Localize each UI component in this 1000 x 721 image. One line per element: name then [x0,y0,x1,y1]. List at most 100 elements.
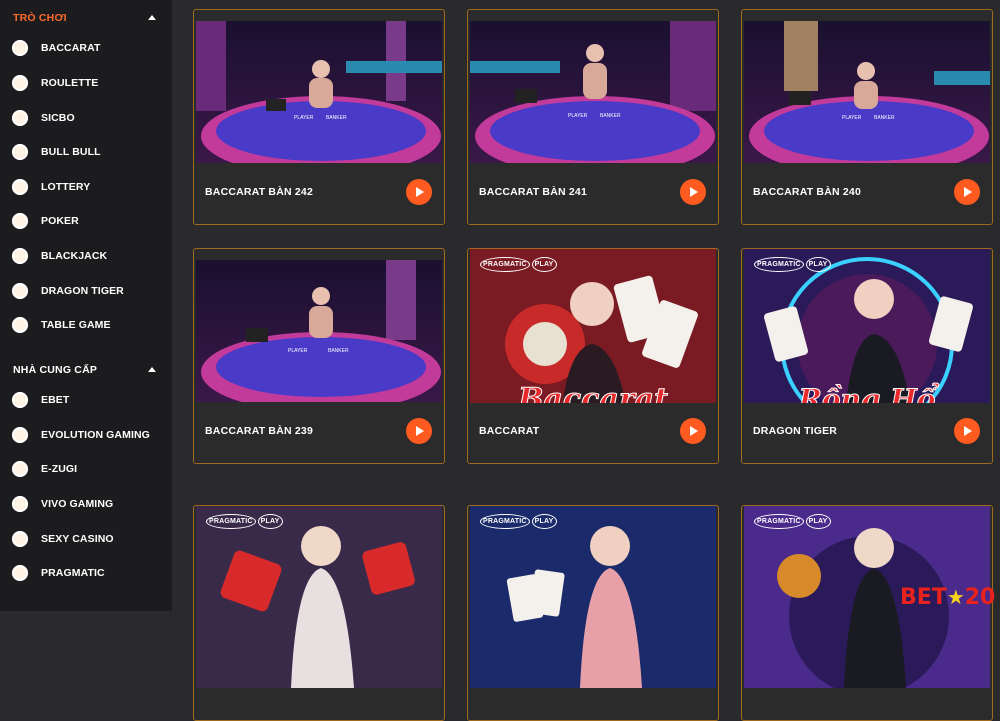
filter-label: VIVO GAMING [41,498,114,510]
game-title[interactable]: DRAGON TIGER [753,425,837,437]
brand-logo-text: BET [900,584,947,610]
provider-badge-suffix: PLAY [531,514,557,529]
game-card[interactable]: PRAGMATIC PLAY [741,505,993,721]
radio-icon[interactable] [12,392,28,408]
filter-label: E-ZUGI [41,463,78,475]
game-thumbnail[interactable]: PLAYER BANKER [470,21,716,163]
provider-badge: PRAGMATIC PLAY [752,257,831,272]
play-icon[interactable] [954,179,980,205]
filter-label: PRAGMATIC [41,567,105,579]
filter-item-baccarat[interactable]: BACCARAT [12,38,101,58]
filter-item-e-zugi[interactable]: E-ZUGI [12,459,77,479]
brand-logo-number: 20 [964,584,996,610]
provider-badge: PRAGMATIC PLAY [478,514,557,529]
game-card[interactable]: PRAGMATIC PLAY [193,505,445,721]
game-thumbnail[interactable]: PLAYER BANKER [196,21,442,163]
game-title[interactable]: BACCARAT BÀN 242 [205,186,313,198]
player-label: PLAYER [842,115,862,121]
radio-icon[interactable] [12,179,28,195]
game-thumbnail[interactable]: PRAGMATIC PLAY [196,506,442,688]
radio-icon[interactable] [12,461,28,477]
radio-icon[interactable] [12,110,28,126]
radio-icon[interactable] [12,248,28,264]
provider-badge: PRAGMATIC PLAY [752,514,831,529]
banker-label: BANKER [874,115,895,121]
game-thumbnail[interactable]: PLAYER BANKER [196,260,442,402]
game-card[interactable]: PRAGMATIC PLAY [467,505,719,721]
radio-icon[interactable] [12,496,28,512]
filter-item-roulette[interactable]: ROULETTE [12,73,98,93]
game-title[interactable]: BACCARAT BÀN 241 [479,186,587,198]
filter-item-evolution-gaming[interactable]: EVOLUTION GAMING [12,425,150,445]
filter-label: SEXY CASINO [41,533,114,545]
play-icon[interactable] [406,418,432,444]
provider-badge-text: PRAGMATIC [206,514,256,529]
filter-item-lottery[interactable]: LOTTERY [12,177,90,197]
banker-label: BANKER [600,113,621,119]
play-icon[interactable] [406,179,432,205]
game-card[interactable]: PLAYER BANKER BACCARAT BÀN 239 [193,248,445,464]
player-label: PLAYER [294,115,314,121]
filter-label: POKER [41,215,79,227]
player-label: PLAYER [568,113,588,119]
provider-badge: PRAGMATIC PLAY [204,514,283,529]
radio-icon[interactable] [12,40,28,56]
game-thumbnail[interactable]: PLAYER BANKER [744,21,990,163]
games-heading[interactable]: TRÒ CHƠI [13,12,67,24]
filter-item-vivo-gaming[interactable]: VIVO GAMING [12,494,113,514]
game-card[interactable]: PLAYER BANKER BACCARAT BÀN 241 [467,9,719,225]
provider-badge: PRAGMATIC PLAY [478,257,557,272]
provider-badge-text: PRAGMATIC [480,257,530,272]
play-icon[interactable] [954,418,980,444]
star-icon: ★ [946,585,965,609]
game-card[interactable]: Rồng Hổ PRAGMATIC PLAY DRAGON TIGER [741,248,993,464]
filter-label: BULL BULL [41,146,101,158]
game-grid: PLAYER BANKER BACCARAT BÀN 242 PLAYER BA… [172,0,1000,721]
radio-icon[interactable] [12,144,28,160]
radio-icon[interactable] [12,427,28,443]
collapse-caret-icon[interactable] [148,15,156,20]
filter-label: BACCARAT [41,42,101,54]
radio-icon[interactable] [12,283,28,299]
provider-badge-text: PRAGMATIC [480,514,530,529]
play-icon[interactable] [680,418,706,444]
radio-icon[interactable] [12,565,28,581]
game-thumbnail[interactable]: PRAGMATIC PLAY [470,506,716,688]
filter-label: TABLE GAME [41,319,111,331]
radio-icon[interactable] [12,531,28,547]
filter-item-ebet[interactable]: EBET [12,390,69,410]
banker-label: BANKER [328,348,349,354]
brand-logo: BET ★ 20 [900,583,995,611]
filter-item-pragmatic[interactable]: PRAGMATIC [12,563,105,583]
game-card[interactable]: Baccarat PRAGMATIC PLAY BACCARAT [467,248,719,464]
provider-badge-suffix: PLAY [257,514,283,529]
provider-badge-suffix: PLAY [805,514,831,529]
filter-item-sicbo[interactable]: SICBO [12,108,75,128]
collapse-caret-icon[interactable] [148,367,156,372]
providers-heading[interactable]: NHÀ CUNG CẤP [13,364,97,376]
game-title[interactable]: BACCARAT BÀN 240 [753,186,861,198]
game-card[interactable]: PLAYER BANKER BACCARAT BÀN 240 [741,9,993,225]
sidebar: TRÒ CHƠI BACCARAT ROULETTE SICBO BULL BU… [0,0,172,611]
game-card[interactable]: PLAYER BANKER BACCARAT BÀN 242 [193,9,445,225]
provider-badge-suffix: PLAY [805,257,831,272]
radio-icon[interactable] [12,317,28,333]
radio-icon[interactable] [12,213,28,229]
filter-item-blackjack[interactable]: BLACKJACK [12,246,107,266]
play-icon[interactable] [680,179,706,205]
filter-item-poker[interactable]: POKER [12,211,79,231]
filter-item-dragon-tiger[interactable]: DRAGON TIGER [12,281,124,301]
filter-label: SICBO [41,112,75,124]
game-title[interactable]: BACCARAT [479,425,539,437]
filter-label: BLACKJACK [41,250,108,262]
radio-icon[interactable] [12,75,28,91]
game-title[interactable]: BACCARAT BÀN 239 [205,425,313,437]
filter-item-bull-bull[interactable]: BULL BULL [12,142,101,162]
filter-label: ROULETTE [41,77,99,89]
filter-label: EBET [41,394,70,406]
provider-badge-text: PRAGMATIC [754,257,804,272]
player-label: PLAYER [288,348,308,354]
banker-label: BANKER [326,115,347,121]
filter-item-table-game[interactable]: TABLE GAME [12,315,111,335]
filter-item-sexy-casino[interactable]: SEXY CASINO [12,529,114,549]
